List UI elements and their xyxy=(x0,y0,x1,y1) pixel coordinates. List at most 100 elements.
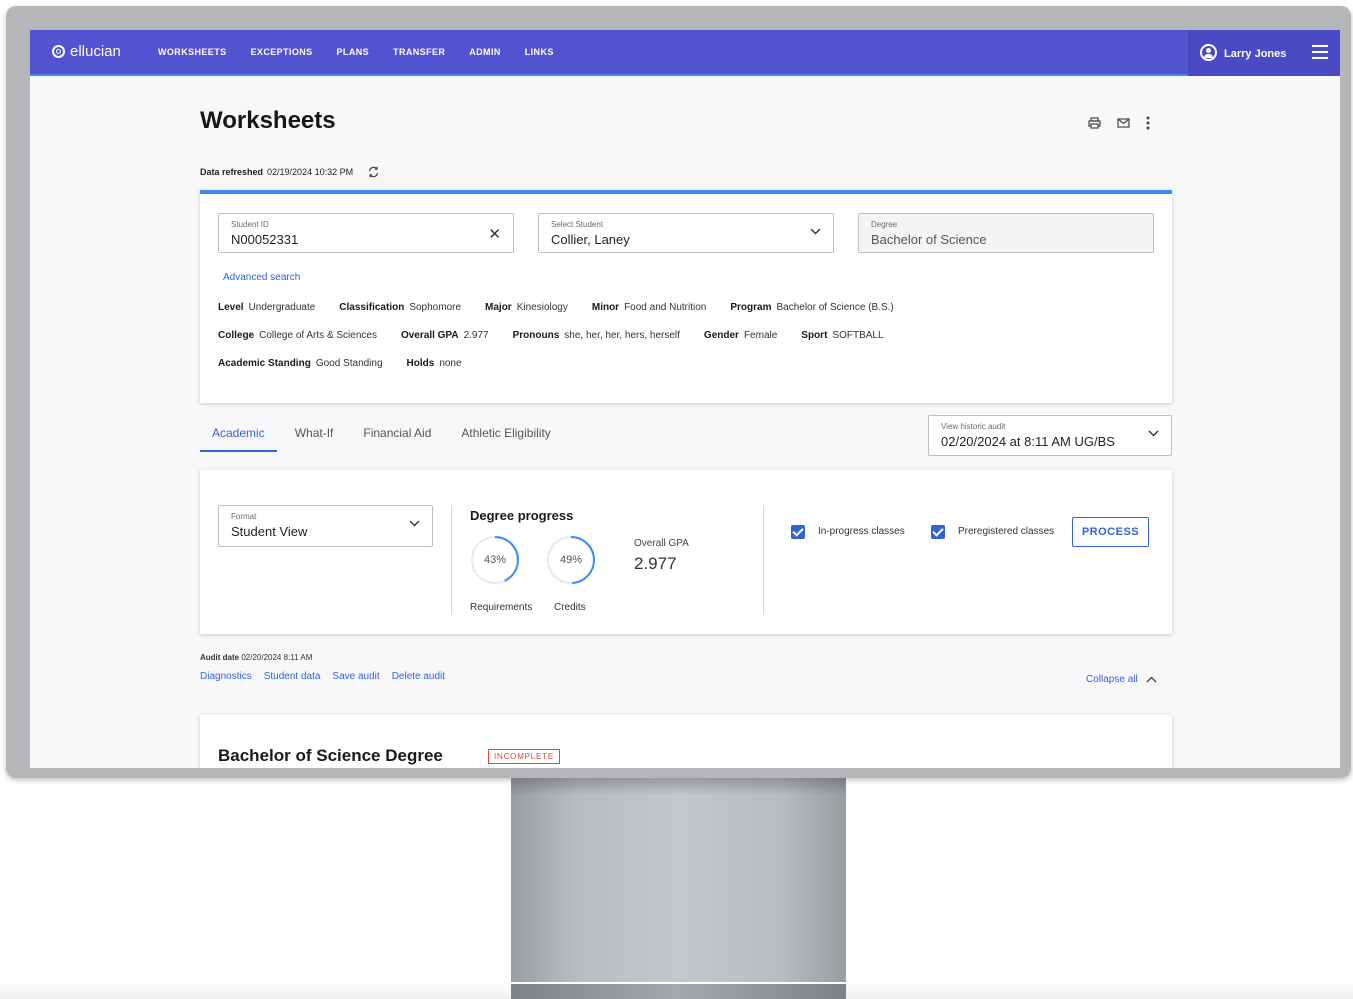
chevron-down-icon xyxy=(810,228,821,235)
chevron-up-icon xyxy=(1146,676,1157,683)
requirements-percent: 43% xyxy=(483,554,507,566)
historic-audit-dropdown[interactable]: View historic audit 02/20/2024 at 8:11 A… xyxy=(928,415,1172,456)
overall-gpa-value: 2.977 xyxy=(634,554,677,573)
monitor-stand xyxy=(511,778,846,999)
overall-gpa-label: Overall GPA xyxy=(634,538,689,549)
degree-value: Bachelor of Science xyxy=(871,232,987,247)
historic-audit-label: View historic audit xyxy=(941,422,1006,431)
degree-block-card: Bachelor of Science Degree INCOMPLETE xyxy=(200,715,1172,768)
process-button[interactable]: PROCESS xyxy=(1072,517,1149,547)
user-name: Larry Jones xyxy=(1224,48,1287,60)
page-title: Worksheets xyxy=(200,107,336,134)
user-menu[interactable]: Larry Jones xyxy=(1188,30,1340,76)
nav-plans[interactable]: PLANS xyxy=(337,47,370,57)
tab-financial-aid[interactable]: Financial Aid xyxy=(351,422,443,452)
nav-admin[interactable]: ADMIN xyxy=(469,47,501,57)
data-refresh-info: Data refreshed 02/19/2024 10:32 PM xyxy=(200,166,380,178)
info-holds: Holds none xyxy=(406,358,462,369)
nav-transfer[interactable]: TRANSFER xyxy=(393,47,445,57)
preregistered-label: Preregistered classes xyxy=(958,526,1055,537)
email-icon[interactable] xyxy=(1117,118,1130,128)
print-icon[interactable] xyxy=(1088,117,1101,129)
brand-name: ellucian xyxy=(70,43,121,60)
tab-what-if[interactable]: What-If xyxy=(283,422,346,452)
requirements-progress-ring: 43% xyxy=(470,535,520,585)
preregistered-checkbox[interactable] xyxy=(931,525,945,539)
main-nav: WORKSHEETS EXCEPTIONS PLANS TRANSFER ADM… xyxy=(158,47,554,57)
audit-date-info: Audit date 02/20/2024 8:11 AM xyxy=(200,653,312,662)
historic-audit-value: 02/20/2024 at 8:11 AM UG/BS xyxy=(941,434,1115,449)
advanced-search-link[interactable]: Advanced search xyxy=(223,272,300,283)
info-major: Major Kinesiology xyxy=(485,302,568,313)
info-level: Level Undergraduate xyxy=(218,302,316,313)
info-program: Program Bachelor of Science (B.S.) xyxy=(730,302,894,313)
info-sport: Sport SOFTBALL xyxy=(801,330,884,341)
credits-percent: 49% xyxy=(559,554,583,566)
chevron-down-icon xyxy=(1148,430,1159,437)
nav-exceptions[interactable]: EXCEPTIONS xyxy=(251,47,313,57)
collapse-all-button[interactable]: Collapse all xyxy=(1086,674,1157,685)
info-minor: Minor Food and Nutrition xyxy=(591,302,707,313)
save-audit-link[interactable]: Save audit xyxy=(332,671,379,682)
refresh-timestamp: 02/19/2024 10:32 PM xyxy=(267,167,354,177)
info-classification: Classification Sophomore xyxy=(339,302,462,313)
status-badge: INCOMPLETE xyxy=(488,749,561,764)
select-student-dropdown[interactable]: Select Student Collier, Laney xyxy=(538,213,834,253)
chevron-down-icon xyxy=(409,520,420,527)
divider xyxy=(451,505,452,615)
stand-shadow xyxy=(511,778,846,796)
inprogress-label: In-progress classes xyxy=(818,526,905,537)
format-label: Format xyxy=(231,512,257,521)
app-screen: ellucian WORKSHEETS EXCEPTIONS PLANS TRA… xyxy=(30,30,1340,768)
degree-progress-card: Format Student View Degree progress 43% … xyxy=(200,470,1172,634)
student-info-row-3: Academic Standing Good Standing Holds none xyxy=(218,358,462,369)
divider xyxy=(763,505,764,615)
requirements-label: Requirements xyxy=(470,602,533,613)
credits-label: Credits xyxy=(554,602,586,613)
info-pronouns: Pronouns she, her, her, hers, herself xyxy=(512,330,680,341)
user-avatar-icon xyxy=(1200,44,1217,61)
diagnostics-link[interactable]: Diagnostics xyxy=(200,671,252,682)
refresh-icon[interactable] xyxy=(367,166,380,178)
student-id-value: N00052331 xyxy=(231,232,299,247)
delete-audit-link[interactable]: Delete audit xyxy=(392,671,445,682)
student-id-label: Student ID xyxy=(231,220,269,229)
degree-progress-title: Degree progress xyxy=(470,508,574,523)
refresh-label: Data refreshed xyxy=(200,167,264,177)
clear-icon[interactable]: ✕ xyxy=(488,225,501,243)
student-card: Student ID N00052331 ✕ Select Student Co… xyxy=(200,190,1172,403)
format-dropdown[interactable]: Format Student View xyxy=(218,505,433,547)
audit-date-value: 02/20/2024 8:11 AM xyxy=(241,653,313,662)
audit-tabs: Academic What-If Financial Aid Athletic … xyxy=(200,422,569,452)
hamburger-menu-icon[interactable] xyxy=(1312,45,1328,59)
page-toolbar xyxy=(1088,116,1150,130)
audit-actions: Diagnostics Student data Save audit Dele… xyxy=(200,671,445,682)
monitor-bezel: ellucian WORKSHEETS EXCEPTIONS PLANS TRA… xyxy=(6,6,1351,778)
tab-athletic-eligibility[interactable]: Athletic Eligibility xyxy=(449,422,562,452)
nav-links[interactable]: LINKS xyxy=(525,47,554,57)
student-info-row-2: College College of Arts & Sciences Overal… xyxy=(218,330,884,341)
more-options-icon[interactable] xyxy=(1146,116,1150,130)
tab-academic[interactable]: Academic xyxy=(200,422,277,452)
monitor-stand-foot xyxy=(511,984,846,999)
degree-field: Degree Bachelor of Science xyxy=(858,213,1154,253)
select-student-label: Select Student xyxy=(551,220,604,229)
format-value: Student View xyxy=(231,524,308,539)
collapse-all-label: Collapse all xyxy=(1086,674,1138,685)
top-nav-bar: ellucian WORKSHEETS EXCEPTIONS PLANS TRA… xyxy=(30,30,1340,76)
inprogress-checkbox[interactable] xyxy=(791,525,805,539)
credits-progress-ring: 49% xyxy=(546,535,596,585)
select-student-value: Collier, Laney xyxy=(551,232,630,247)
ellucian-logo-icon xyxy=(52,45,65,58)
info-academic-standing: Academic Standing Good Standing xyxy=(218,358,383,369)
audit-date-label: Audit date xyxy=(200,653,240,662)
info-gender: Gender Female xyxy=(703,330,778,341)
degree-label: Degree xyxy=(871,220,898,229)
student-info-row-1: Level Undergraduate Classification Sophomo… xyxy=(218,302,894,313)
student-data-link[interactable]: Student data xyxy=(264,671,321,682)
brand-logo[interactable]: ellucian xyxy=(52,43,121,60)
info-overall-gpa: Overall GPA 2.977 xyxy=(400,330,489,341)
info-college: College College of Arts & Sciences xyxy=(218,330,377,341)
nav-worksheets[interactable]: WORKSHEETS xyxy=(158,47,227,57)
student-id-field[interactable]: Student ID N00052331 ✕ xyxy=(218,213,514,253)
